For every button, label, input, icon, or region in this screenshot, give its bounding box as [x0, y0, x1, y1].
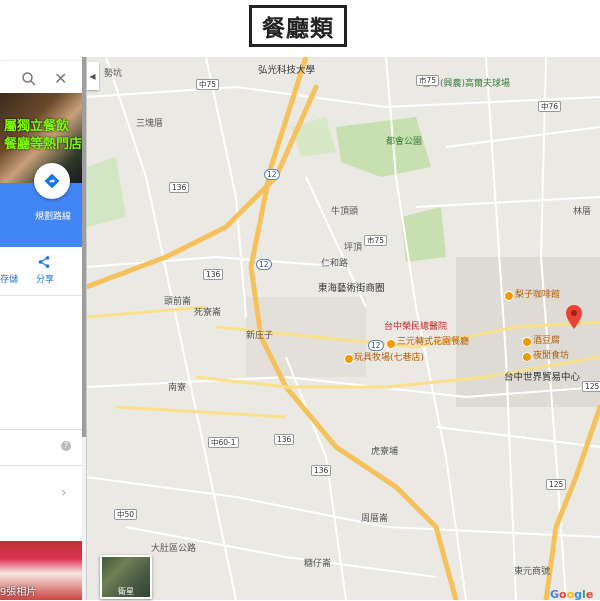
hero-caption-line: 屬獨立餐飲	[4, 119, 70, 134]
map-roads	[86, 57, 600, 600]
map-label-yeguan[interactable]: 夜閒食坊	[533, 351, 569, 361]
map-label-pingding: 坪頂	[344, 243, 363, 253]
route-shield: 中76	[538, 101, 562, 112]
share-icon[interactable]	[37, 255, 51, 269]
map-label-lin: 林厝	[573, 207, 592, 217]
route-shield: 中50	[114, 509, 138, 520]
divider	[0, 429, 82, 430]
route-shield: 136	[203, 269, 224, 280]
save-button[interactable]: 存儲	[0, 272, 18, 285]
map-label-nanshi: 南寮	[168, 383, 187, 393]
location-pin-icon[interactable]	[566, 305, 582, 329]
google-logo: Google	[550, 588, 594, 601]
map-label-jiudouxia[interactable]: 酒豆腐	[533, 336, 560, 346]
hero-caption-line: 餐廳等熱門店	[4, 137, 82, 152]
page-title: 餐廳類	[249, 5, 347, 47]
map-label-lizi[interactable]: 梨子咖啡館	[515, 290, 560, 300]
collapse-panel-button[interactable]: ◀	[86, 62, 99, 90]
map-label-dushi-park[interactable]: 都會公園	[386, 137, 422, 147]
map-label-niudingtou: 牛頂頭	[331, 207, 359, 217]
map-label-hongguang[interactable]: 弘光科技大學	[258, 66, 315, 76]
route-shield: 12	[256, 259, 272, 270]
poi-marker-wanju[interactable]	[344, 354, 354, 364]
directions-icon	[44, 173, 60, 189]
map-label-renhe: 仁和路	[321, 259, 349, 269]
page-banner: 餐廳類	[0, 0, 600, 57]
map-label-zhuangzi: 新庄子	[246, 331, 274, 341]
map-label-wanju[interactable]: 玩具牧場(七巷店)	[354, 353, 424, 363]
route-shield: 136	[311, 465, 332, 476]
route-shield: 125	[546, 479, 567, 490]
map-label-hospital[interactable]: 台中榮民總醫院	[384, 322, 447, 332]
satellite-label: 衛星	[118, 587, 134, 596]
route-shield: 125	[582, 381, 600, 392]
poi-marker-lizi[interactable]	[504, 291, 514, 301]
chevron-right-icon[interactable]: ›	[61, 485, 67, 501]
satellite-toggle[interactable]: 衛星	[100, 555, 152, 599]
map-label-huliao: 虎寮埔	[371, 447, 399, 457]
route-shield: 136	[274, 434, 295, 445]
poi-marker-yeguan[interactable]	[522, 352, 532, 362]
share-button[interactable]: 分享	[36, 272, 54, 285]
help-icon[interactable]: ?	[61, 441, 71, 451]
map-label-dongyuan: 東元商號	[514, 567, 551, 577]
search-icon[interactable]	[20, 70, 38, 88]
search-box[interactable]: ✕	[0, 61, 82, 97]
route-shield: 市75	[416, 75, 440, 86]
hero-caption: 屬獨立餐飲 餐廳等熱門店	[4, 118, 82, 154]
map-label-sanshan[interactable]: 三元轉式花園餐廳	[397, 337, 469, 347]
divider	[0, 295, 82, 296]
place-panel: ✕ 屬獨立餐飲 餐廳等熱門店 規劃路線 存儲 分享 ? › 9張相片	[0, 57, 87, 600]
map-label-zhoucuo: 周厝崙	[361, 514, 389, 524]
close-icon[interactable]: ✕	[54, 69, 67, 88]
map-label-zhangang: 頭前崙	[164, 297, 192, 307]
poi-marker-jiudouxia[interactable]	[522, 337, 532, 347]
map-label-donghai[interactable]: 東海藝術街商圈	[318, 284, 385, 294]
route-shield: 中75	[196, 79, 220, 90]
map-label-sicuo: 死寮崙	[194, 308, 222, 318]
directions-label: 規劃路線	[35, 212, 72, 222]
divider	[0, 465, 82, 466]
map-label-sanjiao: 三塊厝	[136, 119, 164, 129]
route-shield: 12	[368, 340, 384, 351]
map-label-tougua: 勢坑	[104, 69, 123, 79]
map-label-trade-center[interactable]: 台中世界貿易中心	[504, 373, 580, 383]
route-shield: 12	[264, 169, 280, 180]
directions-button[interactable]	[34, 163, 70, 199]
map-label-kangmu: 糖仔崙	[304, 559, 332, 569]
photos-thumbnail[interactable]: 9張相片	[0, 541, 82, 600]
map-canvas[interactable]: 弘光科技大學 台中(興農)高爾夫球場 勢坑 三塊厝 都會公園 牛頂頭 坪頂 東海…	[86, 57, 600, 600]
action-row: 存儲 分享	[0, 247, 82, 295]
route-shield: 市75	[364, 235, 388, 246]
route-shield: 136	[169, 182, 190, 193]
map-label-dongda: 大肚區公路	[151, 544, 197, 554]
route-shield: 中60-1	[208, 437, 239, 448]
photos-count: 9張相片	[0, 587, 37, 598]
scrollbar-thumb[interactable]	[82, 57, 86, 437]
poi-marker-sanshan[interactable]	[386, 339, 396, 349]
